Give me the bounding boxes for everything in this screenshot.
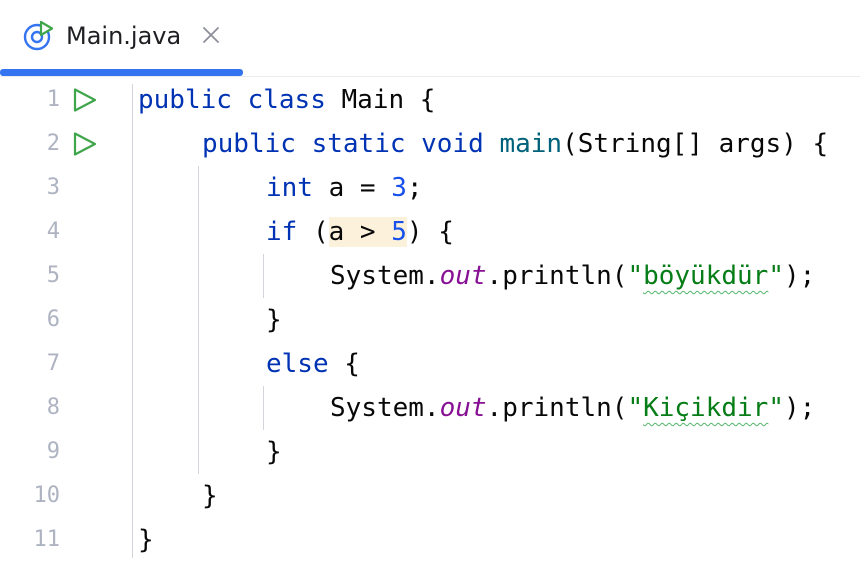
code-line-1: public class Main { (138, 78, 435, 122)
line-number: 9 (46, 439, 60, 464)
code-text: ; (406, 173, 423, 203)
line-number: 1 (46, 87, 60, 112)
string-literal: böyükdür (643, 261, 769, 291)
code-line-6: } (266, 298, 282, 342)
string-quote: " (627, 393, 644, 423)
number-literal: 5 (391, 217, 407, 247)
string-quote: " (627, 261, 644, 291)
java-class-run-icon (23, 20, 54, 51)
tab-title: Main.java (66, 22, 182, 50)
keyword: void (421, 129, 484, 159)
code-line-8: System.out.println("Kiçikdir"); (330, 386, 815, 430)
static-field: out (439, 261, 487, 291)
editor-tab-bar: Main.java (0, 0, 860, 77)
code-text: } (138, 525, 154, 555)
method-name: main (499, 129, 563, 159)
code-line-2: public static void main(String[] args) { (202, 122, 828, 166)
code-text: ) { (406, 217, 454, 247)
code-text: ); (783, 393, 816, 423)
code-text: } (202, 481, 218, 511)
keyword: public (202, 129, 296, 159)
indent-guide (198, 166, 199, 474)
run-triangle-icon[interactable] (72, 131, 98, 157)
code-text: { (328, 349, 360, 379)
code-text: ); (783, 261, 816, 291)
keyword: class (247, 85, 326, 115)
line-number: 4 (46, 219, 60, 244)
code-text: ( (297, 217, 329, 247)
code-text: System. (330, 261, 440, 291)
keyword: int (266, 173, 313, 203)
active-tab-indicator (0, 69, 243, 76)
keyword: else (266, 349, 329, 379)
static-field: out (439, 393, 487, 423)
code-text: .println( (486, 261, 628, 291)
string-quote: " (768, 393, 784, 423)
indent-guide (263, 254, 264, 298)
keyword: static (311, 129, 406, 159)
string-literal: Kiçikdir (643, 393, 769, 423)
keyword: if (266, 217, 298, 247)
indent-guide (132, 84, 133, 558)
code-text: a = (312, 173, 392, 203)
code-line-9: } (266, 430, 282, 474)
code-line-4: if (a > 5) { (266, 210, 454, 254)
indent-guide (263, 386, 264, 430)
line-number: 5 (46, 263, 60, 288)
code-line-3: int a = 3; (266, 166, 423, 210)
number-literal: 3 (391, 173, 407, 203)
close-icon[interactable] (199, 23, 223, 47)
code-text: .println( (486, 393, 628, 423)
line-number: 11 (33, 527, 61, 552)
code-text: (String[] args) { (562, 129, 829, 159)
code-line-10: } (202, 474, 218, 518)
line-number: 2 (46, 131, 60, 156)
highlighted-condition: a > (328, 217, 392, 247)
code-text: } (266, 437, 282, 467)
line-number: 3 (46, 175, 60, 200)
line-number: 10 (33, 483, 61, 508)
line-number: 6 (46, 307, 60, 332)
code-line-5: System.out.println("böyükdür"); (330, 254, 815, 298)
line-number: 7 (46, 351, 60, 376)
line-number: 8 (46, 395, 60, 420)
code-line-11: } (138, 518, 154, 562)
code-text: } (266, 305, 282, 335)
code-text: Main { (325, 85, 436, 115)
keyword: public (138, 85, 232, 115)
string-quote: " (768, 261, 784, 291)
code-text: System. (330, 393, 440, 423)
tab-main-java[interactable]: Main.java (0, 0, 243, 76)
code-line-7: else { (266, 342, 360, 386)
run-triangle-icon[interactable] (72, 87, 98, 113)
